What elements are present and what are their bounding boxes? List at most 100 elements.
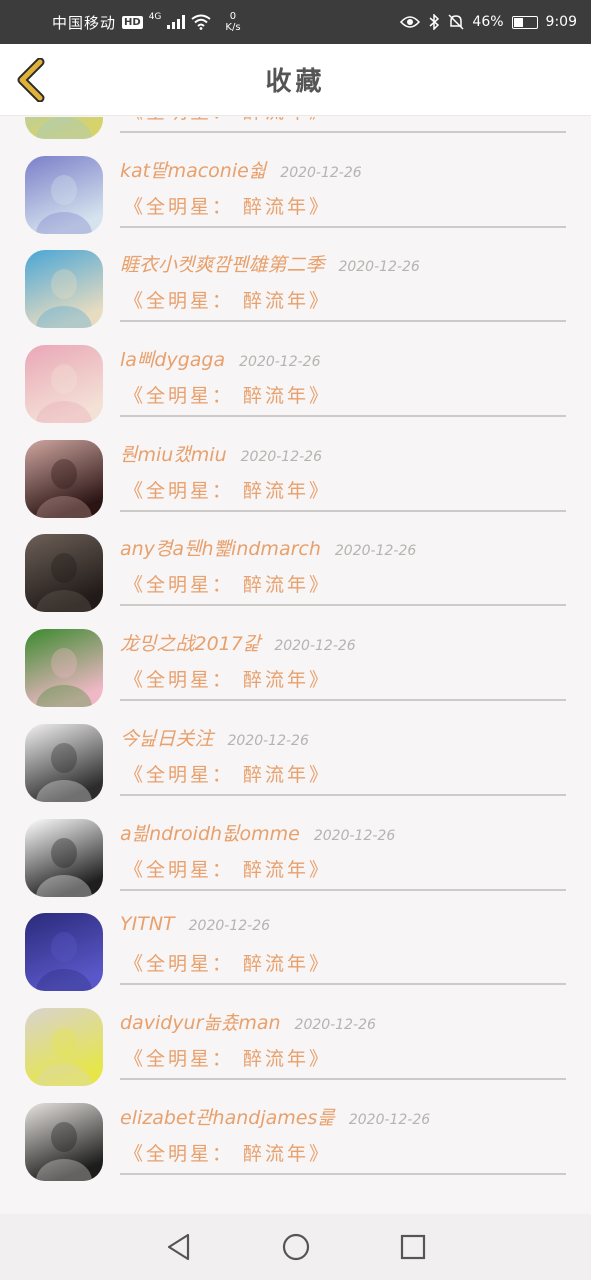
favorite-name[interactable]: any켱a뒌h뾅indmarch <box>120 534 321 561</box>
favorite-meta: 龙밍之战2017갍 2020-12-26 <box>120 629 356 656</box>
favorite-work-title[interactable]: 《全明星： 醉流年》 <box>124 760 331 787</box>
avatar[interactable] <box>25 250 103 329</box>
favorite-meta: YITNT 2020-12-26 <box>120 913 270 935</box>
system-nav-bar <box>0 1214 591 1280</box>
row-divider <box>120 131 566 133</box>
favorite-meta: any켱a뒌h뾅indmarch 2020-12-26 <box>120 534 416 561</box>
favorite-item[interactable]: 龙밍之战2017갍 2020-12-26 《全明星： 醉流年》 <box>0 613 591 708</box>
favorite-work-title[interactable]: 《全明星： 醉流年》 <box>124 855 331 882</box>
favorite-date: 2020-12-26 <box>334 543 417 560</box>
favorite-meta: 뤈miu캤miu 2020-12-26 <box>120 440 322 467</box>
triangle-back-icon <box>167 1233 189 1261</box>
favorite-meta: elizabet관handjames릁 2020-12-26 <box>120 1103 430 1130</box>
avatar[interactable] <box>25 439 103 518</box>
row-divider <box>120 983 566 986</box>
nav-home-button[interactable] <box>281 1232 311 1262</box>
favorite-name[interactable]: 龙밍之战2017갍 <box>120 629 260 656</box>
title-bar: 收藏 <box>0 44 591 116</box>
wifi-icon <box>191 14 212 30</box>
avatar[interactable] <box>25 117 103 139</box>
network-speed: 0 K/s <box>225 11 240 33</box>
favorite-item[interactable]: elizabet관handjames릁 2020-12-26 《全明星： 醉流年》 <box>0 1087 591 1182</box>
favorite-item[interactable]: 뤈miu캤miu 2020-12-26 《全明星： 醉流年》 <box>0 424 591 519</box>
favorite-item[interactable]: 今닖日关注 2020-12-26 《全明星： 醉流年》 <box>0 708 591 803</box>
favorite-meta: la삐dygaga 2020-12-26 <box>120 345 321 372</box>
speed-value: 0 <box>229 11 237 22</box>
avatar[interactable] <box>25 629 103 708</box>
row-divider <box>120 699 566 702</box>
avatar[interactable] <box>25 1007 103 1086</box>
avatar[interactable] <box>25 913 103 992</box>
favorite-name[interactable]: elizabet관handjames릁 <box>120 1103 335 1130</box>
favorite-name[interactable]: 睚衣小켓爽깜펜雄第二季 <box>120 250 324 277</box>
favorite-name[interactable]: davidyur놂춌man <box>120 1008 281 1035</box>
favorite-meta: 今닖日关注 2020-12-26 <box>120 724 309 751</box>
favorite-meta: davidyur놂춌man 2020-12-26 <box>120 1008 376 1035</box>
circle-home-icon <box>282 1233 309 1261</box>
avatar[interactable] <box>25 1102 103 1181</box>
favorite-item[interactable]: any켱a뒌h뾅indmarch 2020-12-26 《全明星： 醉流年》 <box>0 518 591 613</box>
favorite-date: 2020-12-26 <box>274 638 356 655</box>
page-title: 收藏 <box>265 67 326 97</box>
favorites-list-content: nudiejea밍n美s2020-12-26《全明星： 醉流年》kat땉maco… <box>0 117 591 1181</box>
square-recent-icon <box>400 1234 425 1260</box>
favorite-date: 2020-12-26 <box>313 827 396 844</box>
speed-unit: K/s <box>225 22 241 33</box>
avatar[interactable] <box>25 155 103 234</box>
favorite-item[interactable]: 睚衣小켓爽깜펜雄第二季 2020-12-26 《全明星： 醉流年》 <box>0 234 591 329</box>
status-bar: 中国移动 HD 4G 0 K/s 46% 9:09 <box>0 0 591 44</box>
avatar[interactable] <box>25 723 103 802</box>
favorite-date: 2020-12-26 <box>348 1111 431 1128</box>
favorite-date: 2020-12-26 <box>338 259 420 276</box>
back-button[interactable] <box>14 57 48 103</box>
favorite-work-title[interactable]: 《全明星： 醉流年》 <box>124 1044 331 1071</box>
favorite-work-title[interactable]: 《全明星： 醉流年》 <box>124 286 331 313</box>
favorite-date: 2020-12-26 <box>294 1016 376 1033</box>
favorite-work-title[interactable]: 《全明星： 醉流年》 <box>124 381 331 408</box>
eye-icon <box>400 16 421 28</box>
favorite-name[interactable]: la삐dygaga <box>120 345 225 372</box>
nav-back-button[interactable] <box>164 1232 194 1262</box>
favorite-work-title[interactable]: 《全明星： 醉流年》 <box>124 1139 331 1166</box>
favorite-item[interactable]: nudiejea밍n美s2020-12-26《全明星： 醉流年》 <box>0 117 591 140</box>
favorite-work-title[interactable]: 《全明星： 醉流年》 <box>124 665 331 692</box>
favorite-work-title[interactable]: 《全明星： 醉流年》 <box>124 117 331 124</box>
carrier-label: 中国移动 <box>52 13 117 32</box>
favorite-work-title[interactable]: 《全明星： 醉流年》 <box>124 476 331 503</box>
favorite-name[interactable]: kat땉maconie숿 <box>120 156 266 183</box>
favorite-date: 2020-12-26 <box>227 732 309 749</box>
row-divider <box>120 415 566 418</box>
favorite-item[interactable]: kat땉maconie숿 2020-12-26 《全明星： 醉流年》 <box>0 140 591 235</box>
battery-icon <box>511 15 538 29</box>
favorite-meta: kat땉maconie숿 2020-12-26 <box>120 156 362 183</box>
favorite-item[interactable]: YITNT 2020-12-26 《全明星： 醉流年》 <box>0 897 591 992</box>
favorite-date: 2020-12-26 <box>239 354 321 371</box>
favorite-item[interactable]: a븲ndroidh됪omme 2020-12-26 《全明星： 醉流年》 <box>0 803 591 898</box>
favorite-item[interactable]: la삐dygaga 2020-12-26 《全明星： 醉流年》 <box>0 329 591 424</box>
favorite-work-title[interactable]: 《全明星： 醉流年》 <box>124 949 331 976</box>
avatar[interactable] <box>25 345 103 424</box>
favorite-name[interactable]: YITNT <box>120 913 175 935</box>
row-divider <box>120 793 566 796</box>
row-divider <box>120 1077 566 1080</box>
row-divider <box>120 225 566 228</box>
favorite-meta: 睚衣小켓爽깜펜雄第二季 2020-12-26 <box>120 250 420 277</box>
favorite-name[interactable]: 今닖日关注 <box>120 724 213 751</box>
favorites-list[interactable]: nudiejea밍n美s2020-12-26《全明星： 醉流年》kat땉maco… <box>0 117 591 1214</box>
back-chevron-icon <box>17 57 45 103</box>
row-divider <box>120 604 566 607</box>
row-divider <box>120 320 566 323</box>
hd-badge: HD <box>122 15 143 29</box>
network-type: 4G <box>148 12 162 22</box>
avatar[interactable] <box>25 534 103 613</box>
favorite-date: 2020-12-26 <box>240 448 322 465</box>
favorite-work-title[interactable]: 《全明星： 醉流年》 <box>124 570 331 597</box>
favorite-name[interactable]: a븲ndroidh됪omme <box>120 819 300 846</box>
favorite-work-title[interactable]: 《全明星： 醉流年》 <box>124 192 331 219</box>
nav-recent-button[interactable] <box>398 1232 428 1262</box>
clock: 9:09 <box>545 14 577 30</box>
favorite-name[interactable]: 뤈miu캤miu <box>120 440 227 467</box>
favorite-item[interactable]: davidyur놂춌man 2020-12-26 《全明星： 醉流年》 <box>0 992 591 1087</box>
battery-level <box>513 17 524 27</box>
avatar[interactable] <box>25 818 103 897</box>
